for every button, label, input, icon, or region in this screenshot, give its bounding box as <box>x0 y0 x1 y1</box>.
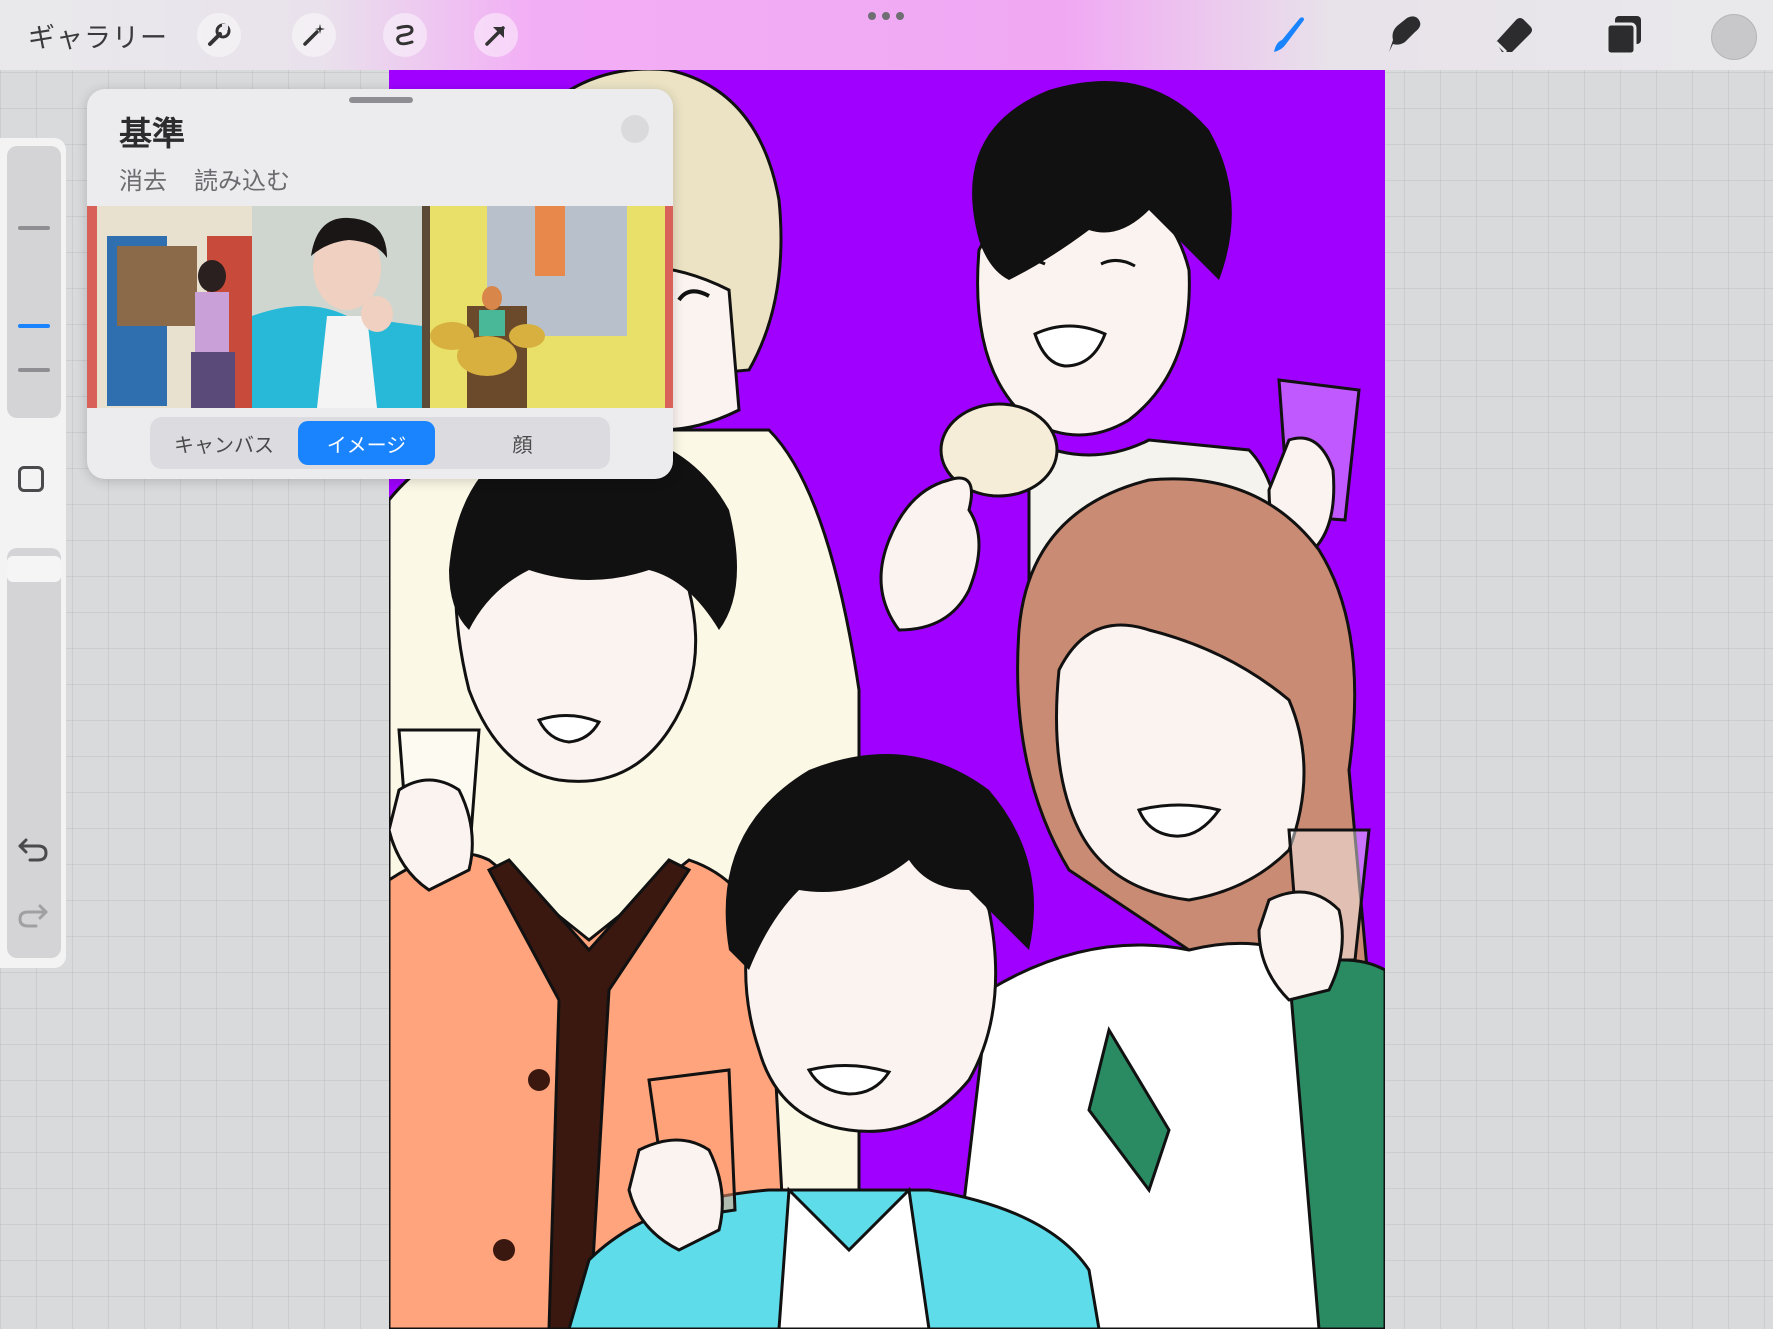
brush-icon <box>1274 17 1304 52</box>
redo-icon[interactable] <box>18 902 48 928</box>
close-icon[interactable] <box>621 115 649 143</box>
reference-mode-tabs: キャンバス イメージ 顔 <box>150 417 610 469</box>
slider-tick <box>18 368 50 372</box>
color-picker-button[interactable] <box>1711 14 1757 60</box>
wrench-icon <box>208 23 231 46</box>
opacity-slider[interactable] <box>7 548 61 958</box>
selection-icon <box>396 24 414 46</box>
panel-grabber[interactable] <box>349 97 413 103</box>
square-icon[interactable] <box>18 466 44 492</box>
layers-button[interactable] <box>1601 12 1647 58</box>
actions-button[interactable] <box>197 13 241 57</box>
top-toolbar: ギャラリー <box>0 0 1773 70</box>
opacity-slider-knob[interactable] <box>7 556 61 582</box>
layers-icon <box>1605 16 1641 56</box>
eraser-button[interactable] <box>1490 12 1536 58</box>
selection-button[interactable] <box>383 13 427 57</box>
undo-icon[interactable] <box>18 836 48 862</box>
left-sidebar <box>0 138 66 968</box>
eraser-icon <box>1494 18 1532 54</box>
tab-image[interactable]: イメージ <box>298 421 435 465</box>
slider-tick-active <box>18 324 50 328</box>
import-button[interactable]: 読み込む <box>194 161 290 196</box>
reference-panel: 基準 消去 読み込む キャンバス イメージ 顔 <box>87 89 673 479</box>
smudge-icon <box>1389 16 1421 52</box>
slider-tick <box>18 226 50 230</box>
transform-arrow-icon <box>485 26 505 46</box>
magic-wand-icon <box>303 24 325 46</box>
reference-title: 基準 <box>119 114 185 153</box>
reference-photo-collage <box>87 206 673 408</box>
ellipsis-icon[interactable] <box>866 10 906 22</box>
brush-button[interactable] <box>1266 12 1312 58</box>
brush-size-slider[interactable] <box>7 146 61 418</box>
adjustments-button[interactable] <box>292 13 336 57</box>
transform-button[interactable] <box>474 13 518 57</box>
clear-button[interactable]: 消去 <box>119 161 167 196</box>
smudge-button[interactable] <box>1379 12 1425 58</box>
tab-canvas[interactable]: キャンバス <box>156 421 292 465</box>
reference-image <box>87 206 673 408</box>
tab-face[interactable]: 顔 <box>441 421 604 465</box>
gallery-button[interactable]: ギャラリー <box>28 16 168 55</box>
